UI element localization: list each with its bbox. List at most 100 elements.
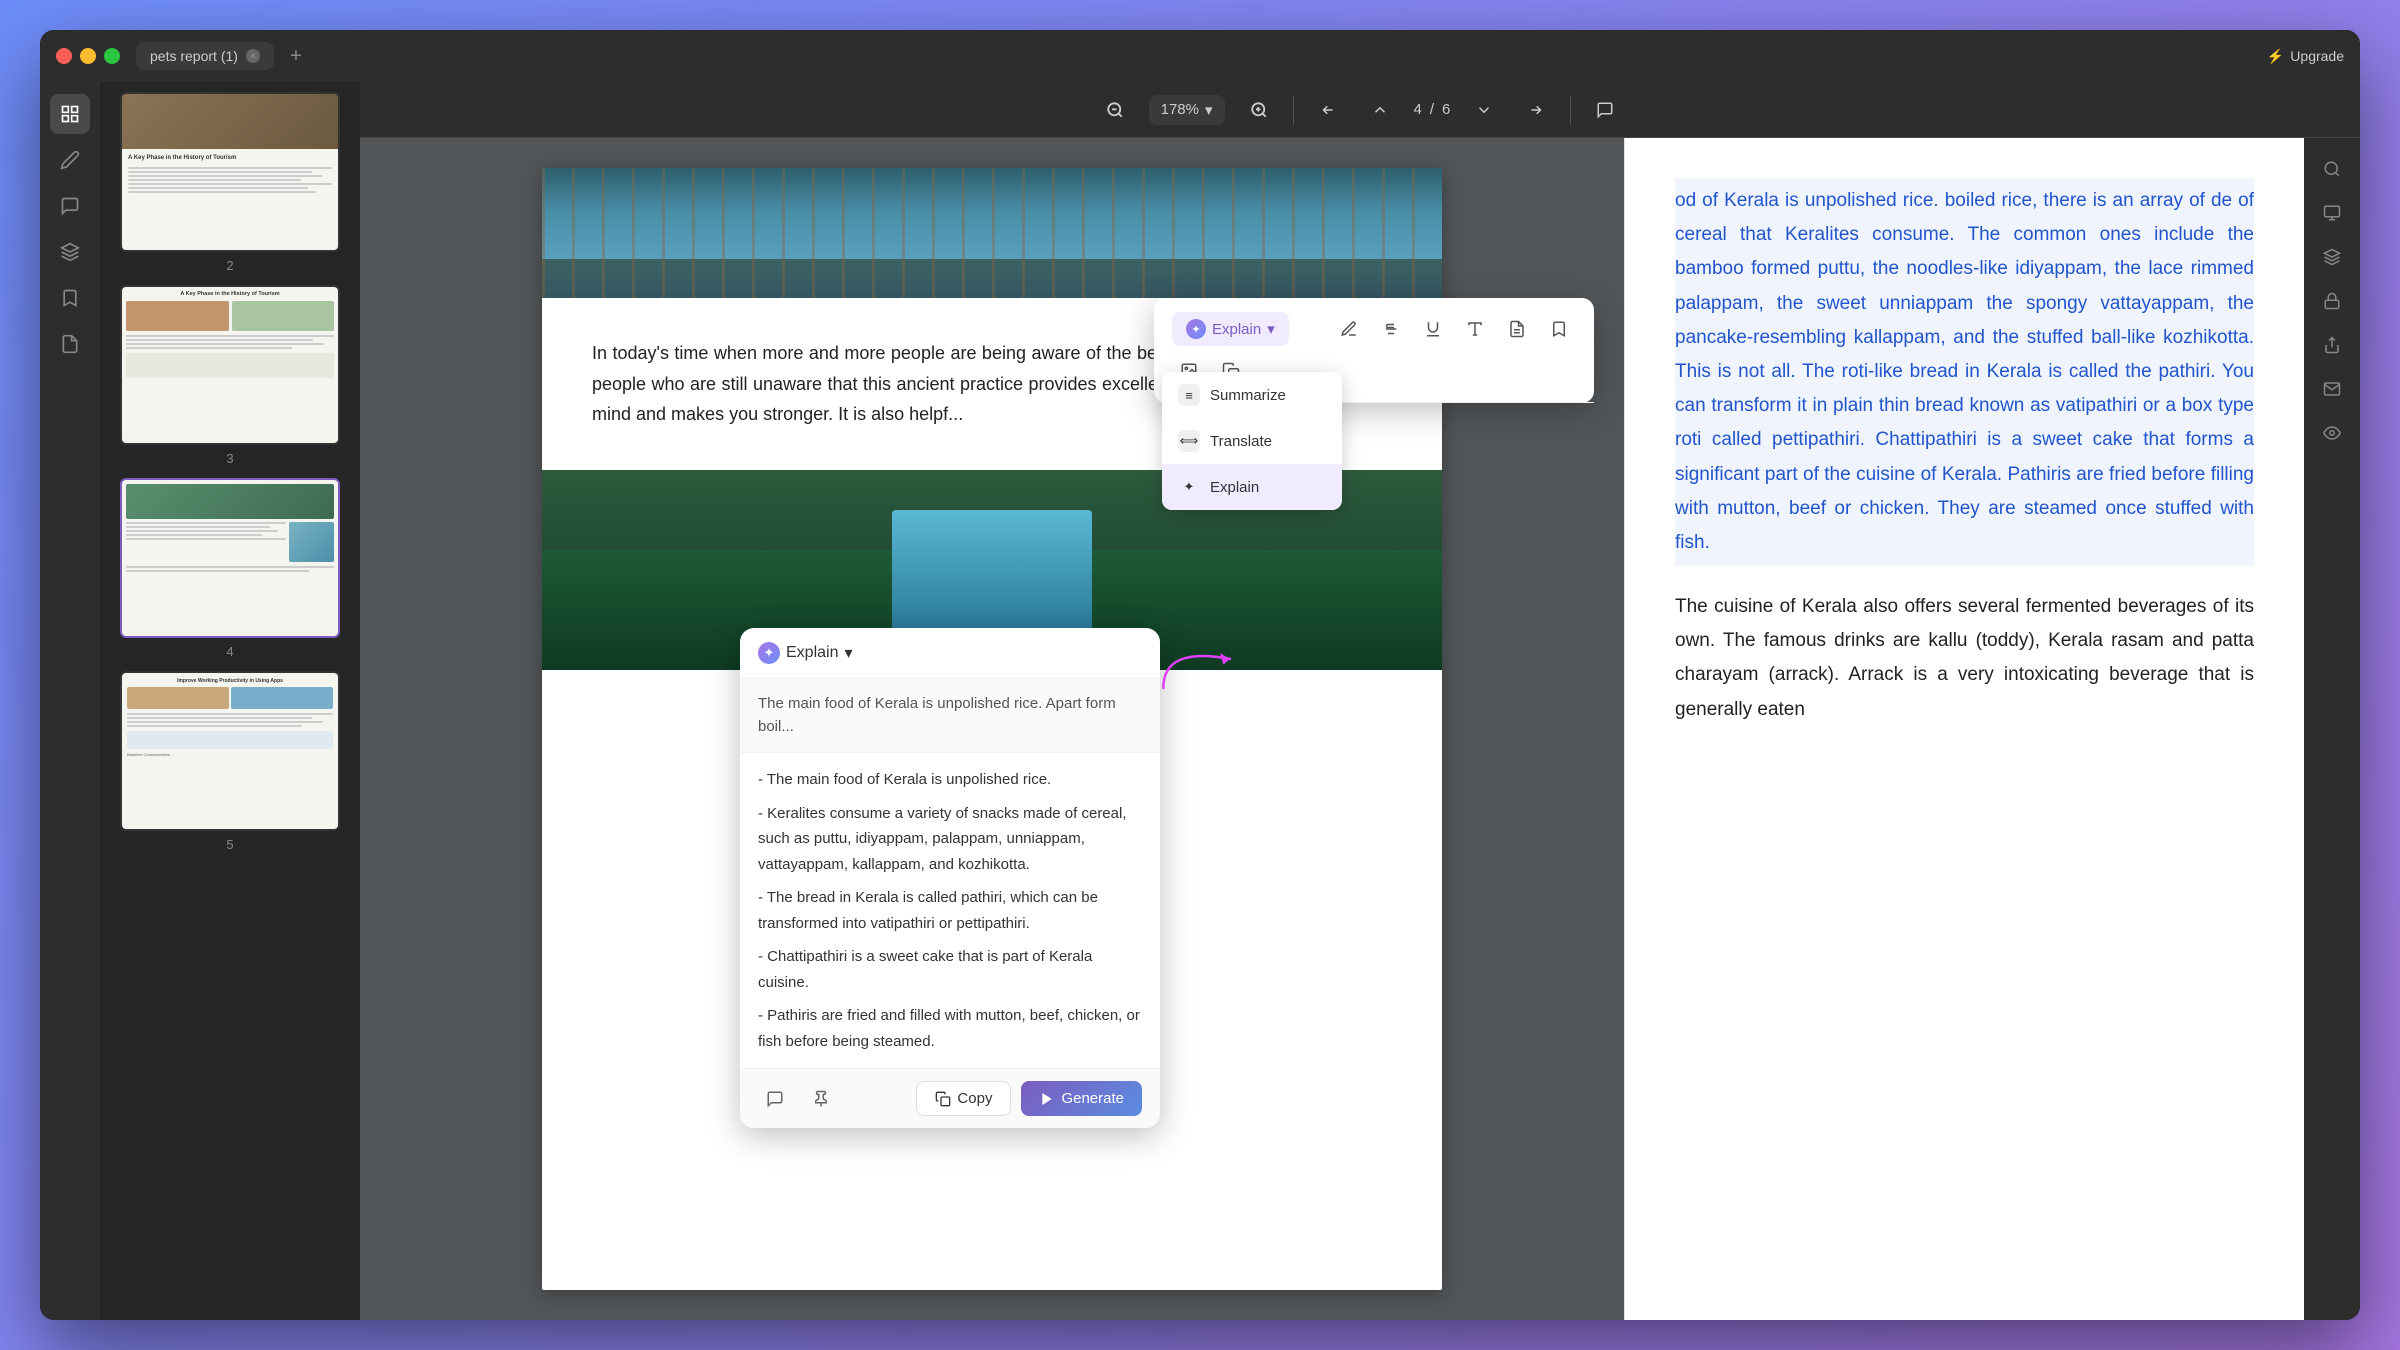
- explain-box-ai-icon: ✦: [758, 642, 780, 664]
- share-icon-right[interactable]: [2313, 326, 2351, 364]
- right-normal-text: The cuisine of Kerala also offers severa…: [1675, 590, 2254, 727]
- thumbnail-card-4[interactable]: [120, 478, 340, 638]
- email-icon-right[interactable]: [2313, 370, 2351, 408]
- zoom-in-button[interactable]: [1241, 92, 1277, 128]
- thumb3-images: [126, 301, 334, 331]
- page-up-button[interactable]: [1362, 92, 1398, 128]
- explain-result-3: - The bread in Kerala is called pathiri,…: [758, 885, 1142, 936]
- upgrade-icon: ⚡: [2267, 48, 2284, 65]
- explain-box-dropdown[interactable]: ✦ Explain ▾: [758, 642, 853, 664]
- thumb2-content: A Key Phase in the History of Tourism: [122, 149, 338, 250]
- pdf-view[interactable]: In today's time when more and more peopl…: [360, 138, 1624, 1320]
- thumbnail-item-2[interactable]: A Key Phase in the History of Tourism 2: [110, 92, 350, 273]
- generate-label: Generate: [1061, 1090, 1124, 1107]
- zoom-out-button[interactable]: [1097, 92, 1133, 128]
- page-separator: /: [1430, 101, 1434, 118]
- explain-box-header: ✦ Explain ▾: [740, 628, 1160, 679]
- zoom-chevron-icon: ▾: [1205, 101, 1213, 119]
- explain-button[interactable]: ✦ Explain ▾: [1172, 312, 1289, 346]
- thumb4-top-image: [126, 484, 334, 519]
- ai-icon: ✦: [1186, 319, 1206, 339]
- waterfall-img: [892, 510, 1092, 630]
- window: pets report (1) × + ⚡ Upgrade: [40, 30, 2360, 1320]
- strikethrough-action-button[interactable]: [1374, 312, 1408, 346]
- close-button[interactable]: [56, 48, 72, 64]
- eye-icon-right[interactable]: [2313, 414, 2351, 452]
- zoom-value: 178%: [1161, 101, 1199, 118]
- thumbnail-number-4: 4: [226, 644, 233, 659]
- page-last-button[interactable]: [1518, 92, 1554, 128]
- zoom-display[interactable]: 178% ▾: [1149, 95, 1225, 125]
- note-action-button[interactable]: [1500, 312, 1534, 346]
- explain-footer-left: [758, 1082, 838, 1116]
- thumb5-chart: [127, 731, 333, 749]
- sidebar-item-pages[interactable]: [50, 324, 90, 364]
- thumb2-body: [128, 167, 332, 193]
- sidebar-item-layers[interactable]: [50, 232, 90, 272]
- explain-box-chevron-icon: ▾: [844, 643, 852, 663]
- thumbnail-card-2[interactable]: A Key Phase in the History of Tourism: [120, 92, 340, 252]
- sidebar-item-thumbnails[interactable]: [50, 94, 90, 134]
- dropdown-translate[interactable]: ⟺ Translate: [1162, 418, 1342, 464]
- comment-toolbar-button[interactable]: [1587, 92, 1623, 128]
- thumbnail-item-5[interactable]: Improve Working Productivity in Using Ap…: [110, 671, 350, 852]
- text-action-button[interactable]: [1458, 312, 1492, 346]
- summarize-icon: ≡: [1178, 384, 1200, 406]
- lock-icon-right[interactable]: [2313, 282, 2351, 320]
- ai-toolbar: ✦ Explain ▾ ≡ Summarize: [1154, 298, 1594, 403]
- explain-result-2: - Keralites consume a variety of snacks …: [758, 801, 1142, 878]
- bookmark-action-button[interactable]: [1542, 312, 1576, 346]
- title-bar-right: ⚡ Upgrade: [2267, 48, 2344, 65]
- explain-feedback-button[interactable]: [758, 1082, 792, 1116]
- ai-toolbar-header: ✦ Explain ▾ ≡ Summarize: [1154, 298, 1594, 403]
- thumb3-content: A Key Phase in the History of Tourism: [122, 287, 338, 443]
- generate-button[interactable]: Generate: [1021, 1081, 1142, 1116]
- upgrade-button[interactable]: ⚡ Upgrade: [2267, 48, 2344, 65]
- explain-preview: The main food of Kerala is unpolished ri…: [740, 679, 1160, 753]
- explain-dropdown-label: Explain: [1210, 479, 1259, 496]
- minimize-button[interactable]: [80, 48, 96, 64]
- dropdown-summarize[interactable]: ≡ Summarize: [1162, 372, 1342, 418]
- thumbnail-panel: A Key Phase in the History of Tourism 2: [100, 82, 360, 1320]
- explain-result-5: - Pathiris are fried and filled with mut…: [758, 1003, 1142, 1054]
- explain-pin-button[interactable]: [804, 1082, 838, 1116]
- fullscreen-button[interactable]: [104, 48, 120, 64]
- icon-sidebar: [40, 82, 100, 1320]
- thumb3-title: A Key Phase in the History of Tourism: [126, 291, 334, 297]
- copy-button[interactable]: Copy: [916, 1081, 1011, 1116]
- tab-label: pets report (1): [150, 48, 238, 64]
- explain-box-title: Explain: [786, 644, 838, 662]
- thumbnail-number-5: 5: [226, 837, 233, 852]
- pages-icon-right[interactable]: [2313, 194, 2351, 232]
- thumbnail-item-4[interactable]: 4: [110, 478, 350, 659]
- underline-action-button[interactable]: [1416, 312, 1450, 346]
- layers-icon-right[interactable]: [2313, 238, 2351, 276]
- tab-close-button[interactable]: ×: [246, 49, 260, 63]
- explain-result-4: - Chattipathiri is a sweet cake that is …: [758, 944, 1142, 995]
- thumbnail-card-3[interactable]: A Key Phase in the History of Tourism: [120, 285, 340, 445]
- search-icon-right[interactable]: [2313, 150, 2351, 188]
- right-icon-bar: [2304, 138, 2360, 1320]
- thumbnail-number-3: 3: [226, 451, 233, 466]
- thumb4-text-lines: [126, 522, 286, 562]
- page-total: 6: [1442, 101, 1450, 118]
- right-panel: od of Kerala is unpolished rice. boiled …: [1624, 138, 2304, 1320]
- thumbnail-number-2: 2: [226, 258, 233, 273]
- explain-chevron-icon: ▾: [1267, 320, 1275, 338]
- highlight-action-button[interactable]: [1332, 312, 1366, 346]
- thumbnail-item-3[interactable]: A Key Phase in the History of Tourism: [110, 285, 350, 466]
- add-tab-button[interactable]: +: [282, 42, 310, 70]
- main-layout: A Key Phase in the History of Tourism 2: [40, 82, 2360, 1320]
- page-down-button[interactable]: [1466, 92, 1502, 128]
- sidebar-item-comment[interactable]: [50, 186, 90, 226]
- page-first-button[interactable]: [1310, 92, 1346, 128]
- thumb5-title: Improve Working Productivity in Using Ap…: [127, 678, 333, 684]
- thumb5-img-2: [231, 687, 333, 709]
- thumbnail-card-5[interactable]: Improve Working Productivity in Using Ap…: [120, 671, 340, 831]
- explain-result-1: - The main food of Kerala is unpolished …: [758, 767, 1142, 793]
- explain-icon: ✦: [1178, 476, 1200, 498]
- sidebar-item-pen[interactable]: [50, 140, 90, 180]
- active-tab[interactable]: pets report (1) ×: [136, 42, 274, 70]
- dropdown-explain[interactable]: ✦ Explain: [1162, 464, 1342, 510]
- sidebar-item-bookmark[interactable]: [50, 278, 90, 318]
